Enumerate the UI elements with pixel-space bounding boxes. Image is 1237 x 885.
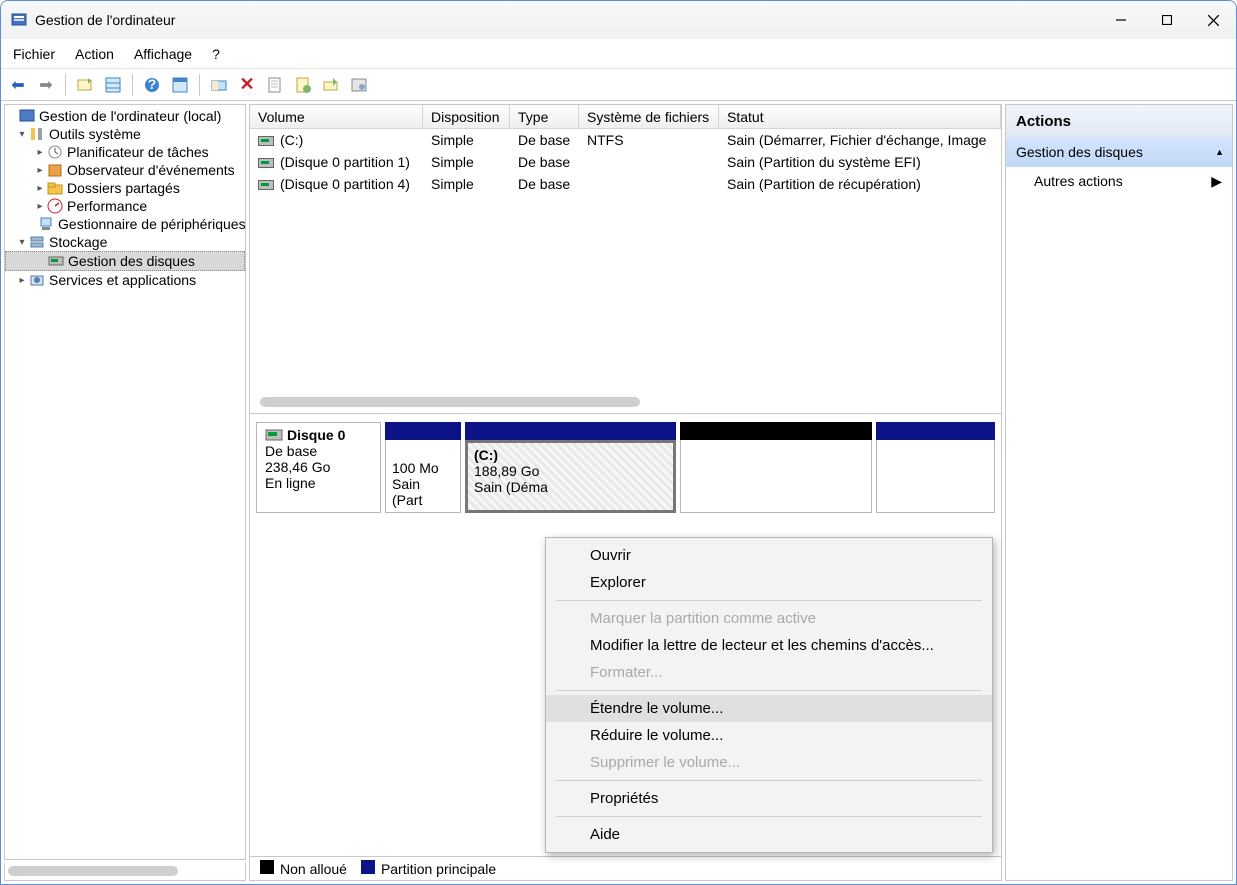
tree-root-label: Gestion de l'ordinateur (local) xyxy=(39,108,221,124)
tree-shared[interactable]: ▸ Dossiers partagés xyxy=(5,179,245,197)
maximize-button[interactable] xyxy=(1144,1,1190,39)
col-layout[interactable]: Disposition xyxy=(423,105,510,128)
partition-recovery[interactable] xyxy=(876,440,995,513)
tree-disks[interactable]: ▸ Gestion des disques xyxy=(5,251,245,271)
legend: Non alloué Partition principale xyxy=(250,856,1001,880)
partition-unallocated[interactable] xyxy=(680,440,872,513)
table-row[interactable]: (C:) Simple De base NTFS Sain (Démarrer,… xyxy=(250,129,1001,151)
doc-add-icon[interactable] xyxy=(292,74,314,96)
chevron-right-icon: ▶ xyxy=(1211,173,1222,190)
volume-icon xyxy=(258,158,274,168)
disk-icon xyxy=(265,428,283,442)
tree-tools[interactable]: ▾ Outils système xyxy=(5,125,245,143)
partition-header xyxy=(465,422,676,440)
settings-disk-icon[interactable] xyxy=(348,74,370,96)
menubar: Fichier Action Affichage ? xyxy=(1,39,1236,69)
details-icon[interactable] xyxy=(169,74,191,96)
ctx-properties[interactable]: Propriétés xyxy=(546,785,992,812)
menu-help[interactable]: ? xyxy=(210,44,222,64)
tree-performance[interactable]: ▸ Performance xyxy=(5,197,245,215)
collapse-icon[interactable]: ▲ xyxy=(1215,147,1224,157)
menu-file[interactable]: Fichier xyxy=(11,44,57,64)
partition-efi[interactable]: 100 Mo Sain (Part xyxy=(385,440,461,513)
volume-table[interactable]: (C:) Simple De base NTFS Sain (Démarrer,… xyxy=(250,129,1001,413)
properties-icon[interactable] xyxy=(264,74,286,96)
toolbar: ⬅ ➡ ? ✕ xyxy=(1,69,1236,101)
delete-icon[interactable]: ✕ xyxy=(236,74,258,96)
new-view-icon[interactable] xyxy=(74,74,96,96)
ctx-delete-volume: Supprimer le volume... xyxy=(546,749,992,776)
caret-right-icon[interactable]: ▸ xyxy=(33,147,47,158)
legend-swatch-black xyxy=(260,860,274,874)
volume-icon xyxy=(258,136,274,146)
ctx-help[interactable]: Aide xyxy=(546,821,992,848)
ctx-open[interactable]: Ouvrir xyxy=(546,542,992,569)
forward-icon[interactable]: ➡ xyxy=(35,74,57,96)
svg-text:?: ? xyxy=(148,76,157,92)
volume-icon xyxy=(258,180,274,190)
partition-header xyxy=(876,422,995,440)
app-icon xyxy=(11,12,27,28)
table-row[interactable]: (Disque 0 partition 4) Simple De base Sa… xyxy=(250,173,1001,195)
actions-section-disks[interactable]: Gestion des disques ▲ xyxy=(1006,137,1232,167)
menu-action[interactable]: Action xyxy=(73,44,116,64)
tree-view[interactable]: ▶ Gestion de l'ordinateur (local) ▾ Outi… xyxy=(4,104,246,860)
caret-down-icon[interactable]: ▾ xyxy=(15,129,29,140)
disk-chart-icon[interactable] xyxy=(208,74,230,96)
ctx-modify-letter[interactable]: Modifier la lettre de lecteur et les che… xyxy=(546,632,992,659)
disk-info[interactable]: Disque 0 De base 238,46 Go En ligne xyxy=(256,422,381,513)
col-volume[interactable]: Volume xyxy=(250,105,423,128)
table-scrollbar[interactable] xyxy=(260,397,640,407)
col-fs[interactable]: Système de fichiers xyxy=(579,105,719,128)
volume-table-header: Volume Disposition Type Système de fichi… xyxy=(250,105,1001,129)
close-button[interactable] xyxy=(1190,1,1236,39)
partition-header-unalloc xyxy=(680,422,872,440)
ctx-extend-volume[interactable]: Étendre le volume... xyxy=(546,695,992,722)
col-status[interactable]: Statut xyxy=(719,105,1001,128)
tree-services[interactable]: ▸ Services et applications xyxy=(5,271,245,289)
ctx-shrink-volume[interactable]: Réduire le volume... xyxy=(546,722,992,749)
partition-header xyxy=(385,422,461,440)
ctx-mark-active: Marquer la partition comme active xyxy=(546,605,992,632)
table-row[interactable]: (Disque 0 partition 1) Simple De base Sa… xyxy=(250,151,1001,173)
tree-events[interactable]: ▸ Observateur d'événements xyxy=(5,161,245,179)
action-more[interactable]: Autres actions ▶ xyxy=(1006,167,1232,195)
back-icon[interactable]: ⬅ xyxy=(7,74,29,96)
context-menu: Ouvrir Explorer Marquer la partition com… xyxy=(545,537,993,853)
tree-storage[interactable]: ▾ Stockage xyxy=(5,233,245,251)
tree-devmgr[interactable]: ▸ Gestionnaire de périphériques xyxy=(5,215,245,233)
ctx-format: Formater... xyxy=(546,659,992,686)
refresh-disk-icon[interactable] xyxy=(320,74,342,96)
partition-c-selected[interactable]: (C:) 188,89 Go Sain (Déma xyxy=(465,440,676,513)
col-type[interactable]: Type xyxy=(510,105,579,128)
view-list-icon[interactable] xyxy=(102,74,124,96)
tree-root[interactable]: ▶ Gestion de l'ordinateur (local) xyxy=(5,107,245,125)
window-title: Gestion de l'ordinateur xyxy=(35,12,175,28)
minimize-button[interactable] xyxy=(1098,1,1144,39)
menu-view[interactable]: Affichage xyxy=(132,44,194,64)
legend-swatch-navy xyxy=(361,860,375,874)
tree-scrollbar[interactable] xyxy=(8,866,178,876)
help-icon[interactable]: ? xyxy=(141,74,163,96)
tree-scheduler[interactable]: ▸ Planificateur de tâches xyxy=(5,143,245,161)
ctx-explore[interactable]: Explorer xyxy=(546,569,992,596)
actions-header: Actions xyxy=(1006,105,1232,137)
